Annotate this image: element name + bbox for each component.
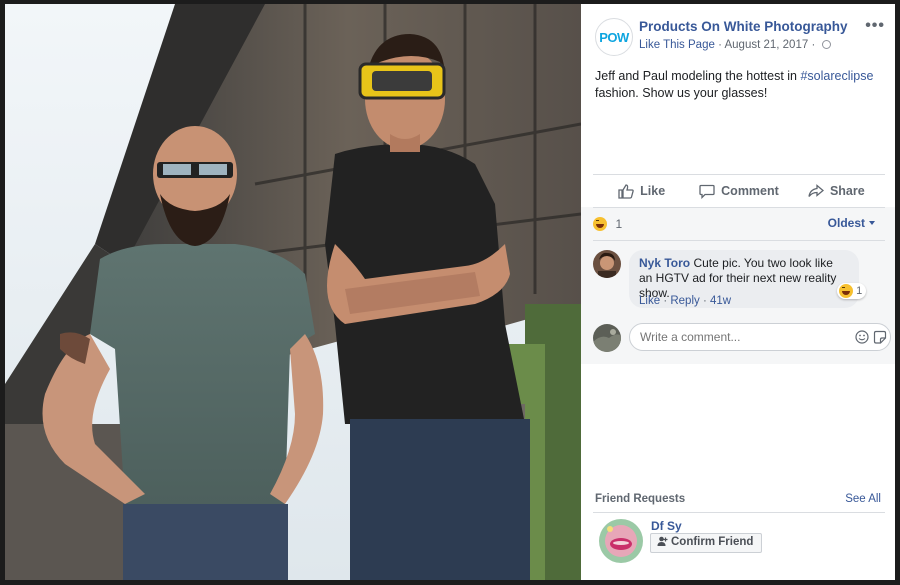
- divider-3: [593, 240, 885, 241]
- laugh-icon: [839, 284, 853, 298]
- caption-text-end: fashion. Show us your glasses!: [595, 86, 768, 100]
- comment-composer: [593, 322, 891, 354]
- avatar[interactable]: [593, 250, 621, 278]
- post-meta: Like This Page · August 21, 2017 ·: [639, 39, 831, 51]
- confirm-friend-label: Confirm Friend: [671, 536, 754, 548]
- post-photo[interactable]: [5, 4, 581, 580]
- commenter-photo: [593, 250, 621, 278]
- comment-like-link[interactable]: Like: [639, 295, 660, 307]
- comment-reaction-count: 1: [856, 284, 863, 297]
- hashtag-link[interactable]: #solareclipse: [800, 69, 873, 83]
- comment-input[interactable]: [629, 323, 891, 351]
- avatar: [593, 324, 621, 352]
- see-all-link[interactable]: See All: [845, 493, 881, 505]
- comment-dot: ·: [663, 295, 668, 307]
- comment-actions: Like · Reply · 41w: [639, 295, 731, 307]
- friend-request-name[interactable]: Df Sy: [651, 519, 682, 533]
- friend-request-photo: [599, 519, 643, 563]
- emoji-icon[interactable]: [855, 330, 869, 349]
- current-user-photo: [593, 324, 621, 352]
- laugh-icon: [593, 216, 607, 231]
- comment-reply-link[interactable]: Reply: [670, 295, 699, 307]
- post-caption: Jeff and Paul modeling the hottest in #s…: [595, 68, 885, 102]
- page-name-link[interactable]: Products On White Photography: [639, 19, 848, 34]
- meta-separator-2: ·: [811, 39, 816, 51]
- comment-age-link[interactable]: 41w: [710, 295, 731, 307]
- like-icon: [618, 183, 634, 199]
- like-label: Like: [640, 184, 666, 198]
- reaction-summary[interactable]: 1 Oldest: [593, 215, 885, 233]
- divider-4: [593, 512, 885, 513]
- like-page-link[interactable]: Like This Page: [639, 39, 715, 51]
- comment-author-link[interactable]: Nyk Toro: [639, 256, 690, 270]
- sort-label: Oldest: [827, 216, 865, 230]
- post-details-panel: POW Products On White Photography Like T…: [581, 4, 895, 580]
- caret-down-icon: [869, 221, 875, 225]
- post-date-link[interactable]: August 21, 2017: [724, 39, 808, 51]
- post-lightbox: POW Products On White Photography Like T…: [5, 4, 895, 580]
- comment-button[interactable]: Comment: [690, 176, 787, 206]
- confirm-friend-button[interactable]: Confirm Friend: [650, 533, 763, 553]
- caption-text: Jeff and Paul modeling the hottest in: [595, 69, 801, 83]
- page-avatar[interactable]: POW: [595, 18, 633, 56]
- meta-separator: ·: [718, 39, 722, 51]
- divider-2: [593, 207, 885, 208]
- photo-illustration: [5, 4, 581, 580]
- reaction-count: 1: [615, 216, 623, 231]
- post-header: POW Products On White Photography Like T…: [595, 17, 885, 58]
- add-friend-icon: [657, 536, 668, 546]
- avatar[interactable]: [599, 519, 643, 563]
- comment-reaction-badge[interactable]: 1: [837, 283, 867, 299]
- divider: [593, 174, 885, 175]
- share-label: Share: [829, 184, 865, 198]
- comment-label: Comment: [721, 184, 779, 198]
- comment-icon: [699, 184, 715, 199]
- share-button[interactable]: Share: [788, 176, 885, 206]
- comment-sort-dropdown[interactable]: Oldest: [828, 216, 875, 230]
- share-icon: [808, 183, 824, 197]
- post-actions: Like Comment Share: [593, 176, 885, 206]
- sticker-icon[interactable]: [873, 330, 887, 349]
- like-button[interactable]: Like: [593, 176, 690, 206]
- globe-icon: [821, 40, 831, 49]
- comment-dot-2: ·: [702, 295, 707, 307]
- friend-requests-title: Friend Requests: [595, 493, 686, 505]
- more-icon[interactable]: •••: [865, 17, 885, 35]
